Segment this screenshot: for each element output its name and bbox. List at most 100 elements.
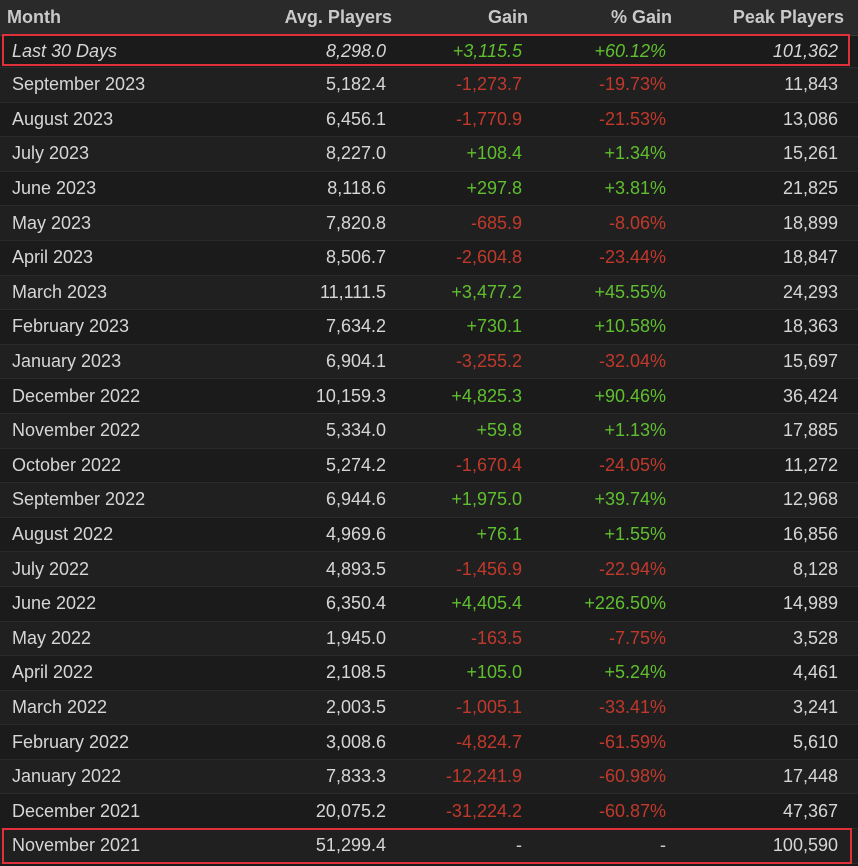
month-cell: November 2022 — [12, 420, 141, 441]
avg-players-cell: 8,506.7 — [325, 247, 386, 268]
peak-players-cell: 21,825 — [782, 178, 838, 199]
month-cell: July 2022 — [12, 558, 90, 579]
avg-players-cell: 11,111.5 — [319, 281, 386, 302]
peak-players-cell: 15,697 — [782, 351, 838, 372]
month-cell: November 2021 — [12, 835, 141, 856]
avg-players-cell: 20,075.2 — [315, 800, 386, 821]
table-row: July 2023 8,227.0 +108.4 +1.34% 15,261 — [0, 137, 858, 172]
peak-players-cell: 13,086 — [782, 108, 838, 129]
pct-gain-cell: -8.06% — [608, 212, 666, 233]
table-row: April 2022 2,108.5 +105.0 +5.24% 4,461 — [0, 656, 858, 691]
gain-cell: -1,273.7 — [455, 74, 522, 95]
avg-players-cell: 7,833.3 — [325, 766, 386, 787]
gain-cell: -3,255.2 — [455, 351, 522, 372]
month-cell: March 2023 — [12, 281, 108, 302]
pct-gain-cell: -19.73% — [598, 74, 666, 95]
peak-players-cell: 17,885 — [782, 420, 838, 441]
peak-players-cell: 4,461 — [792, 662, 838, 683]
avg-players-cell: 2,003.5 — [325, 696, 386, 717]
gain-cell: +730.1 — [466, 316, 522, 337]
peak-players-cell: 14,989 — [782, 593, 838, 614]
table-row: June 2022 6,350.4 +4,405.4 +226.50% 14,989 — [0, 587, 858, 622]
pct-gain-cell: -21.53% — [598, 108, 666, 129]
gain-cell: +4,825.3 — [451, 385, 522, 406]
table-body: Last 30 Days 8,298.0 +3,115.5 +60.12% 101,36… — [0, 36, 858, 864]
table-row: August 2023 6,456.1 -1,770.9 -21.53% 13,086 — [0, 103, 858, 138]
month-cell: April 2022 — [12, 662, 94, 683]
table-header: Month Avg. Players Gain % Gain Peak Play… — [0, 0, 858, 36]
avg-players-cell: 10,159.3 — [315, 385, 386, 406]
table-row: May 2022 1,945.0 -163.5 -7.75% 3,528 — [0, 621, 858, 657]
pct-gain-cell: +1.13% — [604, 420, 666, 441]
gain-cell: +3,477.2 — [451, 281, 522, 302]
pct-gain-cell: -24.05% — [598, 454, 666, 475]
avg-players-cell: 8,118.6 — [327, 178, 386, 199]
peak-players-cell: 17,448 — [782, 766, 838, 787]
table-row: February 2023 7,634.2 +730.1 +10.58% 18,363 — [0, 310, 858, 345]
month-cell: January 2022 — [12, 766, 122, 787]
pct-gain-cell: +3.81% — [604, 178, 666, 199]
table-row: July 2022 4,893.5 -1,456.9 -22.94% 8,128 — [0, 552, 858, 587]
table-row: June 2023 8,118.6 +297.8 +3.81% 21,825 — [0, 172, 858, 207]
month-cell: December 2021 — [12, 800, 141, 821]
gain-cell: +76.1 — [476, 524, 522, 545]
gain-column-header[interactable]: Gain — [488, 0, 528, 35]
peak-players-cell: 47,367 — [782, 800, 838, 821]
avg-players-cell: 3,008.6 — [325, 731, 386, 752]
month-cell: Last 30 Days — [12, 41, 118, 61]
gain-cell: - — [516, 835, 522, 856]
pct-gain-cell: +5.24% — [604, 662, 666, 683]
avg-players-cell: 5,182.4 — [325, 74, 386, 95]
gain-cell: +108.4 — [466, 143, 522, 164]
pct-gain-cell: -23.44% — [598, 247, 666, 268]
peak-players-cell: 11,843 — [784, 74, 838, 95]
pct-gain-cell: +60.12% — [594, 41, 666, 61]
gain-cell: -12,241.9 — [445, 766, 522, 787]
avg-players-cell: 8,227.0 — [325, 143, 386, 164]
gain-cell: +4,405.4 — [451, 593, 522, 614]
avg-players-cell: 5,334.0 — [325, 420, 386, 441]
gain-cell: +297.8 — [466, 178, 522, 199]
gain-cell: -31,224.2 — [445, 800, 522, 821]
table-row: December 2021 20,075.2 -31,224.2 -60.87% 47,… — [0, 794, 858, 830]
month-cell: July 2023 — [12, 143, 90, 164]
table-row: December 2022 10,159.3 +4,825.3 +90.46% 36,4… — [0, 379, 858, 414]
table-row: August 2022 4,969.6 +76.1 +1.55% 16,856 — [0, 518, 858, 553]
pct-gain-cell: +39.74% — [594, 489, 666, 510]
peak-players-cell: 8,128 — [792, 558, 838, 579]
table-row: September 2022 6,944.6 +1,975.0 +39.74% 12,9… — [0, 483, 858, 518]
table-row: March 2022 2,003.5 -1,005.1 -33.41% 3,241 — [0, 690, 858, 726]
player-stats-table: Month Avg. Players Gain % Gain Peak Play… — [0, 0, 858, 864]
peak-players-cell: 18,847 — [782, 247, 838, 268]
peak-players-cell: 3,241 — [792, 696, 838, 717]
pct-gain-cell: - — [660, 835, 666, 856]
avg-players-cell: 6,944.6 — [325, 489, 386, 510]
month-cell: August 2022 — [12, 524, 114, 545]
peak-players-cell: 24,293 — [782, 281, 838, 302]
peak-players-cell: 5,610 — [792, 731, 838, 752]
table-row: April 2023 8,506.7 -2,604.8 -23.44% 18,847 — [0, 241, 858, 276]
pct-gain-cell: +90.46% — [594, 385, 666, 406]
avg-players-cell: 5,274.2 — [325, 454, 386, 475]
month-column-header[interactable]: Month — [7, 0, 61, 35]
pct-gain-cell: +10.58% — [594, 316, 666, 337]
avg-players-column-header[interactable]: Avg. Players — [285, 0, 392, 35]
month-cell: June 2023 — [12, 178, 97, 199]
gain-cell: +59.8 — [476, 420, 522, 441]
month-cell: March 2022 — [12, 696, 108, 717]
table-row: October 2022 5,274.2 -1,670.4 -24.05% 11,272 — [0, 449, 858, 484]
peak-players-cell: 100,590 — [772, 835, 838, 856]
month-cell: September 2023 — [12, 74, 146, 95]
table-row: November 2022 5,334.0 +59.8 +1.13% 17,885 — [0, 413, 858, 449]
gain-cell: +105.0 — [466, 662, 522, 683]
avg-players-cell: 1,945.0 — [325, 627, 386, 648]
avg-players-cell: 4,893.5 — [325, 558, 386, 579]
peak-players-column-header[interactable]: Peak Players — [733, 0, 844, 35]
gain-cell: -1,770.9 — [455, 108, 522, 129]
pct-gain-column-header[interactable]: % Gain — [611, 0, 672, 35]
avg-players-cell: 7,634.2 — [325, 316, 386, 337]
pct-gain-cell: -60.98% — [598, 766, 666, 787]
peak-players-cell: 16,856 — [782, 524, 838, 545]
pct-gain-cell: -61.59% — [598, 731, 666, 752]
peak-players-cell: 12,968 — [782, 489, 838, 510]
